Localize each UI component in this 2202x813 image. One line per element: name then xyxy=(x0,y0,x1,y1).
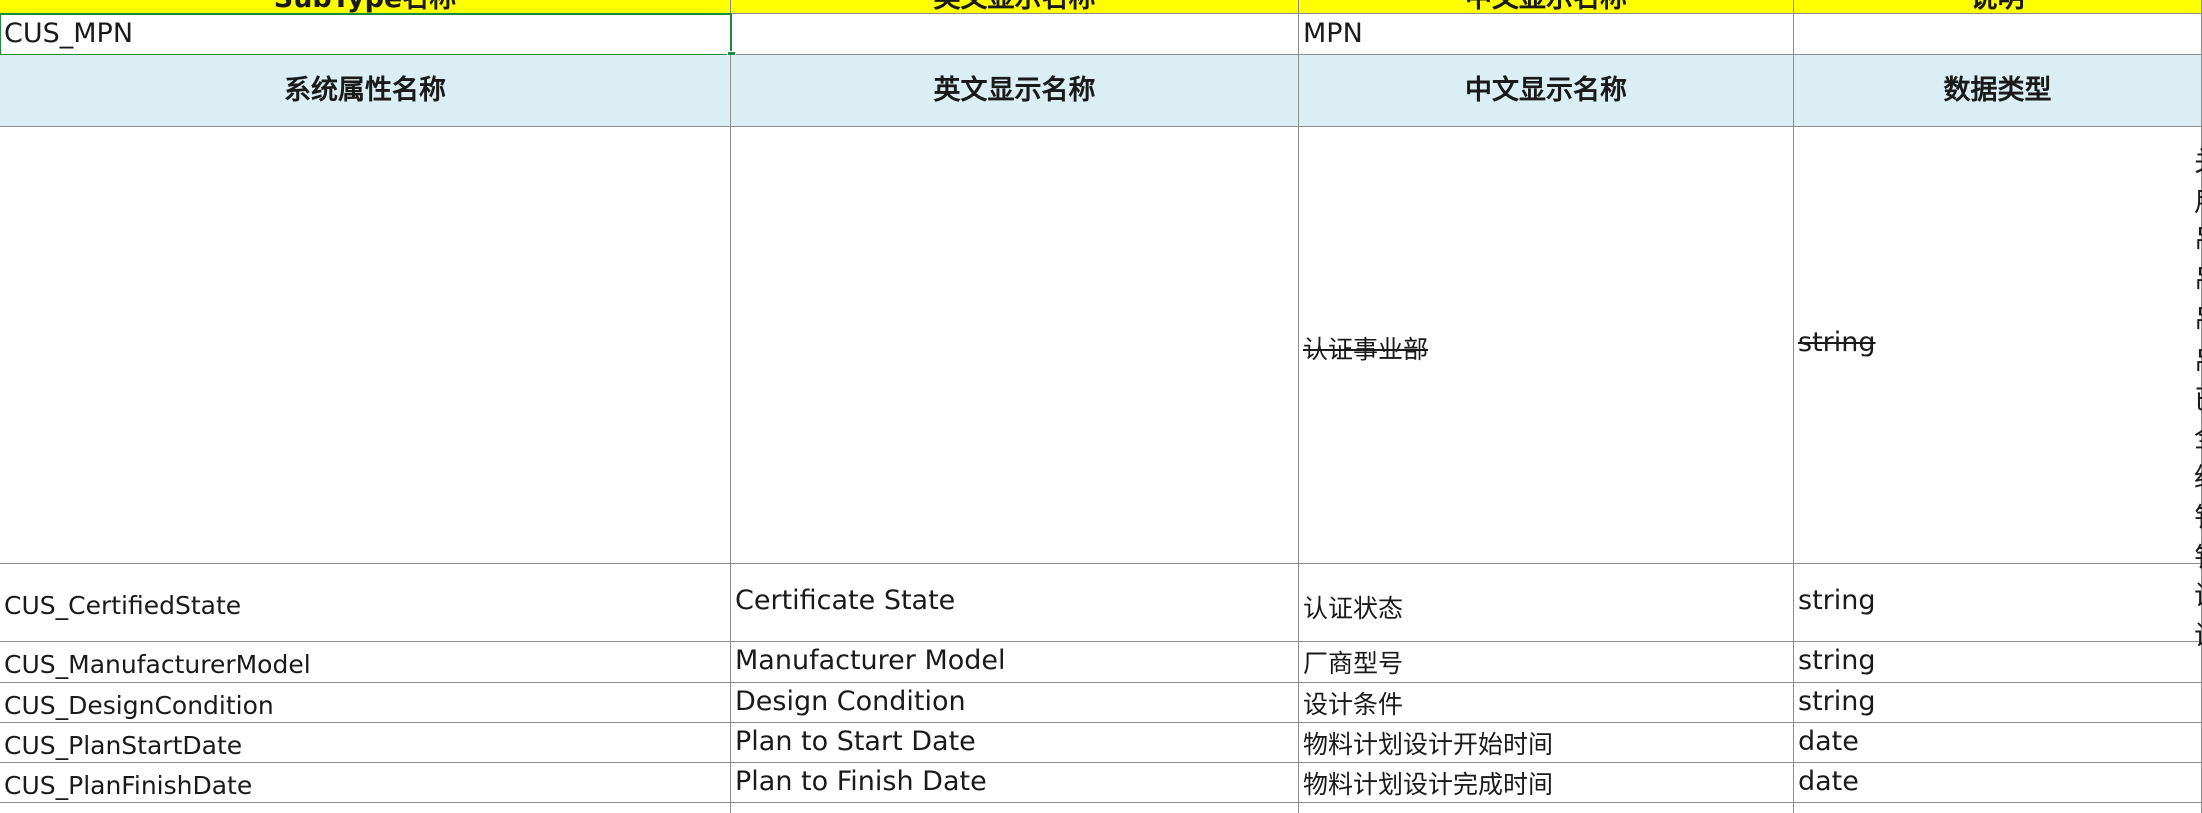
table-row-cell-type[interactable]: string xyxy=(1794,642,2202,683)
cell-subtype-en[interactable] xyxy=(731,14,1299,55)
table-row-cell-sys[interactable]: CUS_ManufacturerModel xyxy=(0,642,731,683)
table-row-cell-en[interactable]: Plan to Finish Date xyxy=(731,763,1299,803)
table-row-cell-sys[interactable] xyxy=(0,127,731,564)
cell-subtype-name[interactable]: CUS_MPN xyxy=(0,13,732,56)
edge-glyph: 经 xyxy=(2194,456,2202,495)
table-row-cell-sys[interactable]: CUS_DesignCondition xyxy=(0,683,731,723)
edge-glyph: 钅 xyxy=(2194,536,2202,575)
header-text: 说明 xyxy=(1971,0,2025,13)
edge-glyph: 吊 xyxy=(2194,298,2202,337)
attr-header-en-name[interactable]: 英文显示名称 xyxy=(731,55,1299,127)
edge-glyph: 吊 xyxy=(2194,258,2202,297)
table-row-cell-type[interactable]: date xyxy=(1794,723,2202,763)
table-row-cell-cn[interactable]: 物料计划设计开始时间 xyxy=(1299,723,1794,763)
table-row-partial-cell[interactable] xyxy=(1299,803,1794,813)
spreadsheet-grid: SubType名称 英文显示名称 中文显示名称 说明 CUS_MPN MPN 系… xyxy=(0,0,2202,813)
table-row-cell-type[interactable]: string xyxy=(1794,564,2202,642)
table-row-cell-type[interactable]: string xyxy=(1794,127,2202,564)
table-row-cell-cn[interactable]: 认证事业部 xyxy=(1299,127,1794,564)
table-row-cell-cn[interactable]: 认证状态 xyxy=(1299,564,1794,642)
attr-header-sys-name[interactable]: 系统属性名称 xyxy=(0,55,731,127)
table-row-cell-en[interactable]: Plan to Start Date xyxy=(731,723,1299,763)
header-text: 英文显示名称 xyxy=(934,0,1096,13)
attr-header-data-type[interactable]: 数据类型 xyxy=(1794,55,2202,127)
cell-subtype-cn[interactable]: MPN xyxy=(1299,14,1794,55)
edge-glyph: 试 xyxy=(2194,574,2202,613)
edge-glyph: 吊 xyxy=(2194,340,2202,379)
table-row-cell-en[interactable]: Design Condition xyxy=(731,683,1299,723)
edge-glyph: 关 xyxy=(2194,140,2202,179)
header-text: SubType名称 xyxy=(274,0,456,13)
table-row-cell-type[interactable]: string xyxy=(1794,683,2202,723)
edge-glyph: 钅 xyxy=(2194,496,2202,535)
table-row-cell-en[interactable]: Manufacturer Model xyxy=(731,642,1299,683)
edge-glyph: 用 xyxy=(2194,180,2202,219)
edge-glyph: 已 xyxy=(2194,378,2202,417)
table-row-cell-type[interactable]: date xyxy=(1794,763,2202,803)
table-row-partial-cell[interactable] xyxy=(0,803,731,813)
table-row-cell-cn[interactable]: 设计条件 xyxy=(1299,683,1794,723)
table-row-cell-sys[interactable]: CUS_PlanFinishDate xyxy=(0,763,731,803)
header-cell-en-name[interactable]: 英文显示名称 xyxy=(731,0,1299,14)
table-row-partial-cell[interactable] xyxy=(1794,803,2202,813)
edge-glyph: 全 xyxy=(2194,416,2202,455)
table-row-cell-cn[interactable]: 厂商型号 xyxy=(1299,642,1794,683)
header-text: 中文显示名称 xyxy=(1465,0,1627,13)
table-row-cell-sys[interactable]: CUS_CertifiedState xyxy=(0,564,731,642)
table-row-partial-cell[interactable] xyxy=(731,803,1299,813)
edge-glyph: 吊 xyxy=(2194,218,2202,257)
header-cell-cn-name[interactable]: 中文显示名称 xyxy=(1299,0,1794,14)
cell-subtype-desc[interactable] xyxy=(1794,14,2202,55)
table-row-cell-en[interactable]: Certificate State xyxy=(731,564,1299,642)
header-cell-desc[interactable]: 说明 xyxy=(1794,0,2202,14)
edge-glyph: 试 xyxy=(2194,614,2202,653)
table-row-cell-en[interactable] xyxy=(731,127,1299,564)
table-row-cell-sys[interactable]: CUS_PlanStartDate xyxy=(0,723,731,763)
header-cell-subtype[interactable]: SubType名称 xyxy=(0,0,731,14)
table-row-cell-cn[interactable]: 物料计划设计完成时间 xyxy=(1299,763,1794,803)
attr-header-cn-name[interactable]: 中文显示名称 xyxy=(1299,55,1794,127)
